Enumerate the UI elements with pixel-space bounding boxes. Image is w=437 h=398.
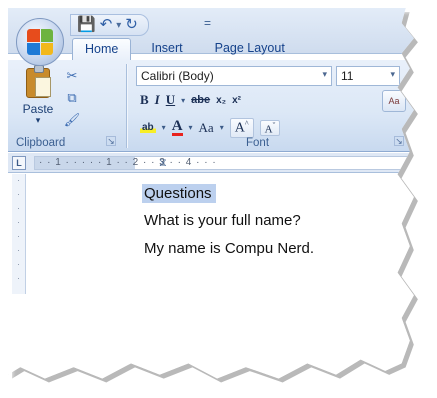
undo-dropdown[interactable]: ▾	[116, 20, 121, 31]
customize-qat-button[interactable]: =	[204, 16, 211, 30]
undo-icon[interactable]: ↶	[100, 16, 113, 34]
tab-selector-button[interactable]: L	[12, 156, 26, 170]
italic-button[interactable]: I	[155, 92, 160, 108]
document-line[interactable]: My name is Compu Nerd.	[144, 240, 314, 257]
office-logo-icon	[27, 29, 53, 55]
chevron-down-icon[interactable]: ▾	[322, 69, 327, 80]
ruler-bar: L · · 1 · · · · · 1 · · 2 · · 3 · · 4 · …	[8, 153, 414, 173]
paste-icon	[26, 65, 51, 98]
tab-page-layout[interactable]: Page Layout	[203, 38, 297, 60]
clipboard-group-label: Clipboard	[16, 137, 66, 149]
shrink-font-label: A	[264, 123, 273, 136]
redo-icon[interactable]: ↻	[125, 16, 138, 34]
document-line[interactable]: What is your full name?	[144, 212, 301, 229]
font-dialog-launcher-icon[interactable]: ↘	[394, 136, 404, 146]
tab-insert[interactable]: Insert	[139, 38, 194, 60]
font-size-value: 11	[341, 69, 354, 83]
cut-icon[interactable]: ✂	[62, 68, 82, 88]
highlight-dropdown-icon[interactable]: ▾	[162, 123, 166, 132]
word-window: 💾 ↶ ▾ ↻ = Home Insert Page Layout Paste	[8, 8, 414, 379]
document-area[interactable]: · · · · · · · · Questions What is your full nam…	[8, 174, 414, 379]
chevron-down-icon[interactable]: ▾	[390, 69, 395, 80]
shrink-font-button[interactable]: Aˇ	[259, 119, 281, 137]
document-line-selected[interactable]: Questions	[142, 184, 216, 203]
screenshot-frame: 💾 ↶ ▾ ↻ = Home Insert Page Layout Paste	[0, 0, 437, 398]
save-icon[interactable]: 💾	[77, 16, 96, 34]
highlight-button[interactable]: ab	[140, 122, 156, 134]
ribbon-tabs: Home Insert Page Layout	[72, 38, 305, 60]
title-bar: 💾 ↶ ▾ ↻ = Home Insert Page Layout	[8, 8, 414, 60]
font-color-row: ab ▾ A ▾ Aa ▾ A^ Aˇ	[140, 118, 281, 138]
change-case-button[interactable]: Aa	[199, 120, 214, 136]
paste-dropdown-icon[interactable]: ▾	[18, 116, 58, 125]
font-name-value: Calibri (Body)	[141, 69, 214, 83]
group-separator	[126, 64, 127, 148]
font-color-button[interactable]: A	[171, 119, 183, 137]
ruler-marks: · · 1 · · · · · 1 · · 2 · · 3 · · 4 · · …	[39, 157, 217, 168]
font-name-select[interactable]: Calibri (Body) ▾	[136, 66, 332, 86]
bold-button[interactable]: B	[140, 92, 149, 108]
font-size-select[interactable]: 11 ▾	[336, 66, 400, 86]
vertical-ruler: · · · · · · · ·	[12, 174, 26, 294]
change-case-dropdown-icon[interactable]: ▾	[220, 123, 224, 132]
indent-marker-icon[interactable]: ⧖	[159, 157, 168, 169]
grow-font-label: A	[234, 120, 245, 136]
office-button[interactable]	[16, 18, 64, 66]
font-group-label: Font	[246, 137, 270, 149]
font-format-row: B I U ▾ abe x₂ x²	[140, 92, 241, 108]
strikethrough-button[interactable]: abe	[191, 94, 210, 106]
copy-icon[interactable]: ⧉	[62, 90, 82, 110]
paste-button[interactable]: Paste ▾	[18, 65, 58, 128]
ribbon-home: Paste ▾ ✂ ⧉ 🖌 Clipboard ↘ Calibri (Body)…	[8, 60, 414, 152]
clipboard-dialog-launcher-icon[interactable]: ↘	[106, 136, 116, 146]
subscript-button[interactable]: x₂	[216, 95, 226, 106]
superscript-button[interactable]: x²	[232, 95, 241, 106]
underline-dropdown-icon[interactable]: ▾	[181, 96, 185, 105]
format-painter-icon[interactable]: 🖌	[62, 112, 82, 132]
tab-home[interactable]: Home	[72, 38, 132, 60]
paste-label: Paste	[22, 102, 54, 116]
font-color-dropdown-icon[interactable]: ▾	[189, 123, 193, 132]
horizontal-ruler[interactable]: · · 1 · · · · · 1 · · 2 · · 3 · · 4 · · …	[34, 156, 414, 170]
underline-button[interactable]: U	[166, 92, 175, 108]
grow-font-button[interactable]: A^	[229, 118, 254, 138]
quick-access-toolbar: 💾 ↶ ▾ ↻	[70, 14, 149, 36]
clipboard-small-buttons: ✂ ⧉ 🖌	[62, 68, 82, 134]
